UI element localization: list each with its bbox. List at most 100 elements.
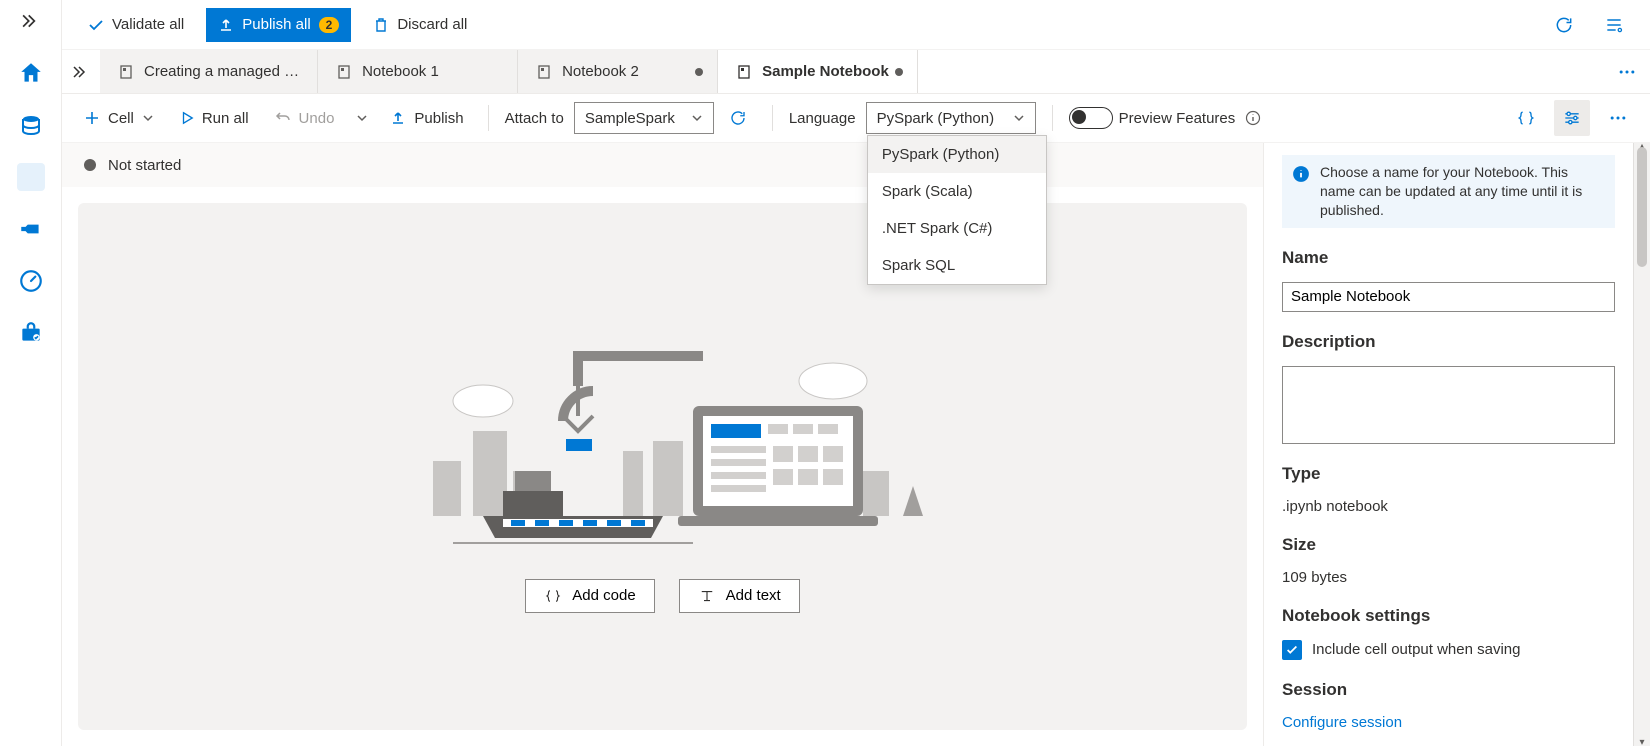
language-option[interactable]: .NET Spark (C#) (868, 210, 1046, 247)
notebook-icon (536, 64, 552, 80)
language-dropdown[interactable]: PySpark (Python) (866, 102, 1036, 134)
panel-scrollbar[interactable]: ▴ ▾ (1633, 143, 1650, 746)
language-option[interactable]: Spark SQL (868, 247, 1046, 284)
trash-icon (373, 17, 389, 33)
name-label: Name (1282, 248, 1615, 268)
refresh-icon (729, 109, 747, 127)
tab-label: Notebook 2 (562, 63, 639, 80)
refresh-icon (1554, 15, 1574, 35)
tab-notebook-2[interactable]: Notebook 2 (518, 50, 718, 93)
dirty-indicator (895, 68, 903, 76)
add-text-button[interactable]: Add text (679, 579, 800, 613)
attach-to-label: Attach to (505, 110, 568, 127)
discard-all-button[interactable]: Discard all (365, 9, 475, 41)
name-input[interactable] (1282, 282, 1615, 312)
data-icon[interactable] (17, 111, 45, 139)
include-output-checkbox[interactable] (1282, 640, 1302, 660)
status-dot-icon (84, 159, 96, 171)
description-input[interactable] (1282, 366, 1615, 444)
empty-illustration (403, 321, 923, 551)
publish-label: Publish (414, 110, 463, 127)
tab-label: Sample Notebook (762, 63, 889, 80)
text-icon (698, 587, 716, 605)
validate-all-button[interactable]: Validate all (80, 9, 192, 41)
manage-icon[interactable] (17, 319, 45, 347)
add-code-button[interactable]: Add code (525, 579, 654, 613)
size-value: 109 bytes (1282, 569, 1615, 586)
chevron-down-icon (356, 112, 368, 124)
add-code-label: Add code (572, 587, 635, 604)
integrate-icon[interactable] (17, 215, 45, 243)
attach-to-dropdown[interactable]: SampleSpark (574, 102, 714, 134)
publish-all-button[interactable]: Publish all 2 (206, 8, 351, 42)
info-icon[interactable] (1245, 110, 1261, 126)
properties-panel: Choose a name for your Notebook. This na… (1263, 143, 1633, 746)
more-icon (1608, 108, 1628, 128)
rail-collapse-icon[interactable] (22, 12, 40, 35)
discard-all-label: Discard all (397, 16, 467, 33)
language-option[interactable]: PySpark (Python) (868, 136, 1046, 173)
tab-label: Creating a managed … (144, 63, 299, 80)
develop-icon[interactable] (17, 163, 45, 191)
attach-to-value: SampleSpark (585, 110, 675, 127)
preview-features-label: Preview Features (1119, 110, 1240, 127)
language-label: Language (789, 110, 860, 127)
tab-sample-notebook[interactable]: Sample Notebook (718, 50, 918, 93)
language-value: PySpark (Python) (877, 110, 995, 127)
session-label: Session (1282, 680, 1615, 700)
publish-all-label: Publish all (242, 16, 310, 33)
run-all-button[interactable]: Run all (172, 102, 257, 134)
variables-button[interactable] (1508, 100, 1544, 136)
configure-session-link[interactable]: Configure session (1282, 714, 1615, 731)
type-value: .ipynb notebook (1282, 498, 1615, 515)
notebook-more-button[interactable] (1600, 100, 1636, 136)
upload-icon (218, 17, 234, 33)
size-label: Size (1282, 535, 1615, 555)
include-output-label: Include cell output when saving (1312, 641, 1520, 658)
tab-creating-managed[interactable]: Creating a managed … (100, 50, 318, 93)
undo-icon (275, 110, 291, 126)
info-text: Choose a name for your Notebook. This na… (1320, 163, 1605, 220)
refresh-button[interactable] (1546, 7, 1582, 43)
tab-notebook-1[interactable]: Notebook 1 (318, 50, 518, 93)
code-icon (544, 587, 562, 605)
publish-count-badge: 2 (319, 17, 340, 33)
language-option[interactable]: Spark (Scala) (868, 173, 1046, 210)
chevron-down-icon (142, 112, 154, 124)
description-label: Description (1282, 332, 1615, 352)
add-text-label: Add text (726, 587, 781, 604)
tab-label: Notebook 1 (362, 63, 439, 80)
notebook-icon (336, 64, 352, 80)
check-icon (1285, 643, 1299, 657)
feedback-button[interactable] (1596, 7, 1632, 43)
undo-button[interactable]: Undo (267, 102, 343, 134)
language-menu: PySpark (Python) Spark (Scala) .NET Spar… (867, 135, 1047, 285)
restart-session-button[interactable] (720, 100, 756, 136)
more-icon (1617, 62, 1637, 82)
publish-button[interactable]: Publish (382, 102, 471, 134)
notebook-icon (118, 64, 134, 80)
notebook-settings-label: Notebook settings (1282, 606, 1615, 626)
chevron-down-icon (1013, 112, 1025, 124)
notebook-icon (736, 64, 752, 80)
chevron-down-icon (691, 112, 703, 124)
preview-features-toggle[interactable] (1069, 107, 1113, 129)
info-icon (1292, 165, 1310, 183)
run-all-label: Run all (202, 110, 249, 127)
editor-tabs: Creating a managed … Notebook 1 Notebook… (62, 50, 1650, 94)
monitor-icon[interactable] (17, 267, 45, 295)
play-icon (180, 111, 194, 125)
add-cell-button[interactable]: Cell (76, 102, 162, 134)
tab-overflow-button[interactable] (1604, 50, 1650, 93)
tabs-expand-icon[interactable] (62, 50, 100, 93)
notebook-canvas: Add code Add text (78, 203, 1247, 730)
left-nav-rail (0, 0, 62, 746)
upload-icon (390, 110, 406, 126)
info-banner: Choose a name for your Notebook. This na… (1282, 155, 1615, 228)
session-status-bar: Not started (62, 143, 1263, 187)
cell-label: Cell (108, 110, 134, 127)
settings-icon (1562, 108, 1582, 128)
properties-button[interactable] (1554, 100, 1590, 136)
home-icon[interactable] (17, 59, 45, 87)
undo-history-button[interactable] (352, 102, 372, 134)
